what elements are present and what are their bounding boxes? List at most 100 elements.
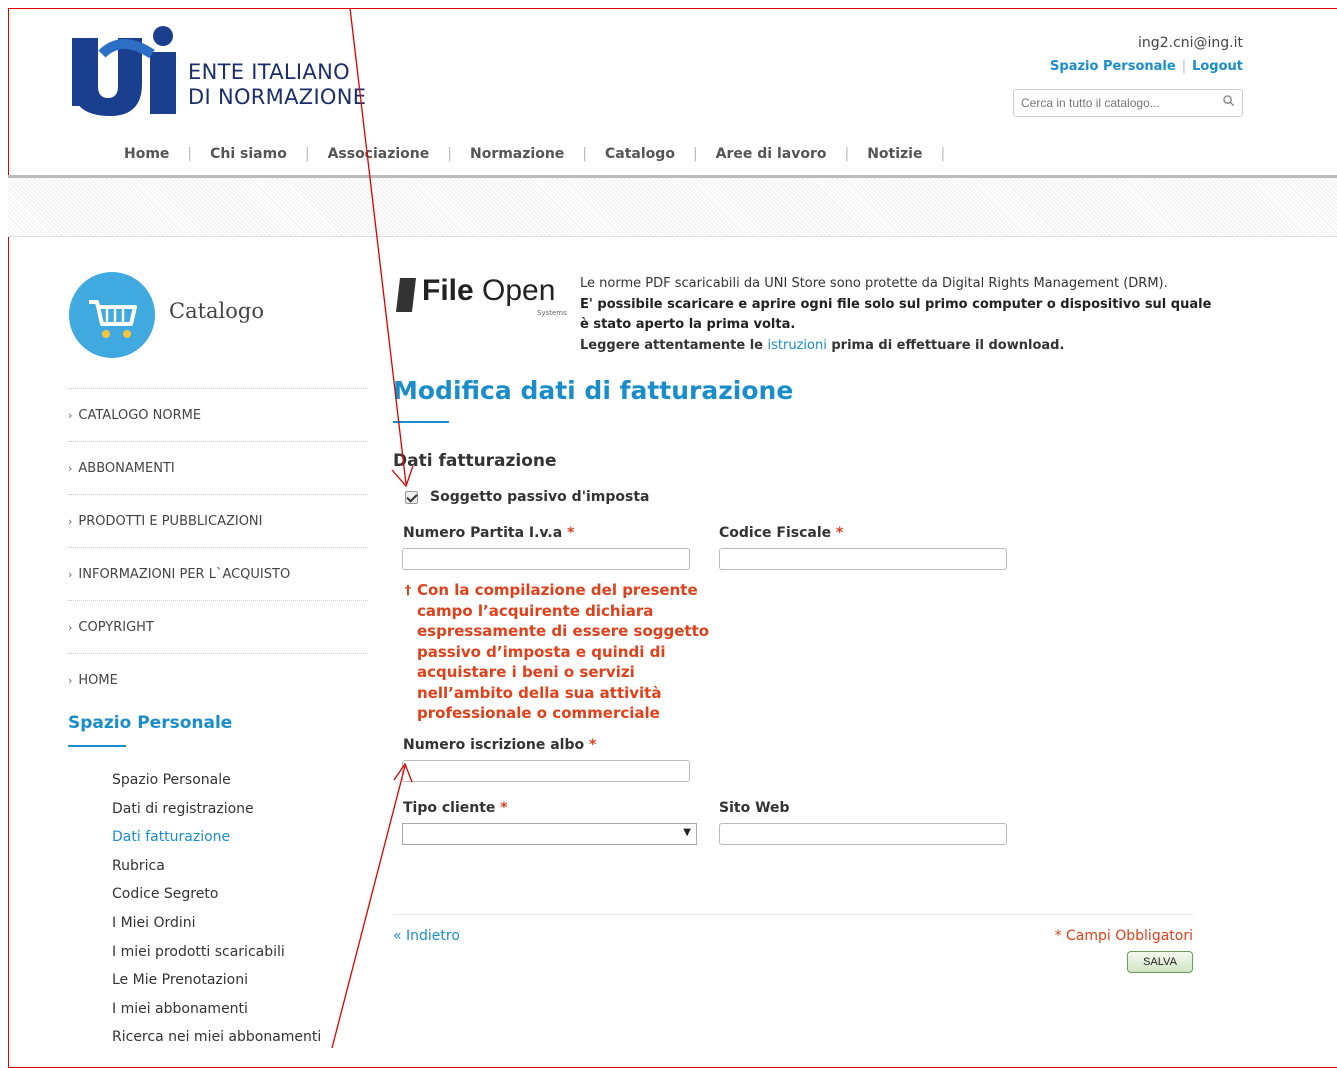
required-mark: *: [500, 800, 508, 816]
logo-line2: DI NORMAZIONE: [188, 85, 367, 109]
required-mark: *: [836, 525, 844, 541]
fileopen-sub: Systems: [537, 309, 567, 317]
nav-separator: |: [940, 146, 946, 162]
fileopen-mark-icon: [396, 278, 416, 312]
sp-item-spazio-personale[interactable]: Spazio Personale: [112, 772, 321, 801]
sp-item-prodotti-scaricabili[interactable]: I miei prodotti scaricabili: [112, 944, 321, 973]
chevron-right-icon: ›: [68, 515, 73, 528]
tipo-cliente-select[interactable]: ▼: [402, 823, 697, 845]
soggetto-passivo-row: Soggetto passivo d'imposta: [405, 489, 649, 505]
required-mark: *: [567, 525, 575, 541]
sp-item-dati-fatturazione[interactable]: Dati fatturazione: [112, 829, 321, 858]
sito-web-label: Sito Web: [719, 800, 790, 816]
sidebar-item-abbonamenti[interactable]: › ABBONAMENTI: [68, 441, 368, 494]
tipo-label-text: Tipo cliente: [403, 800, 496, 816]
form-divider: [393, 914, 1193, 915]
sidebar-item-label: COPYRIGHT: [78, 620, 154, 635]
nav-normazione[interactable]: Normazione: [452, 146, 582, 168]
nav-associazione[interactable]: Associazione: [310, 146, 448, 168]
cf-label: Codice Fiscale *: [719, 525, 843, 541]
soggetto-passivo-label: Soggetto passivo d'imposta: [430, 489, 650, 505]
logo-line1: ENTE ITALIANO: [188, 60, 350, 84]
chevron-right-icon: ›: [68, 674, 73, 687]
sp-item-rubrica[interactable]: Rubrica: [112, 858, 321, 887]
drm-line1: Le norme PDF scaricabili da UNI Store so…: [580, 276, 1168, 291]
user-links: Spazio Personale | Logout: [1050, 59, 1243, 74]
uni-logo-mark-icon: [72, 26, 176, 116]
title-underline: [393, 421, 449, 423]
tipo-cliente-label: Tipo cliente *: [403, 800, 508, 816]
albo-label-text: Numero iscrizione albo: [403, 737, 585, 753]
istruzioni-link[interactable]: istruzioni: [768, 338, 827, 353]
sidebar-item-home[interactable]: › HOME: [68, 653, 368, 706]
sito-web-input[interactable]: [719, 823, 1007, 845]
nav-home[interactable]: Home: [106, 146, 187, 168]
back-link[interactable]: « Indietro: [393, 928, 460, 944]
uni-logo[interactable]: ENTE ITALIANO DI NORMAZIONE: [72, 22, 412, 122]
drm-line3-post: prima di effettuare il download.: [826, 337, 1065, 353]
drm-notice: Le norme PDF scaricabili da UNI Store so…: [580, 274, 1220, 356]
sidebar-item-prodotti[interactable]: › PRODOTTI E PUBBLICAZIONI: [68, 494, 368, 547]
fileopen-light: Open: [482, 274, 556, 307]
drm-line3: Leggere attentamente le istruzioni prima…: [580, 336, 1220, 357]
nav-chi-siamo[interactable]: Chi siamo: [192, 146, 305, 168]
sidebar-item-label: CATALOGO NORME: [78, 408, 202, 423]
piva-label: Numero Partita I.v.a *: [403, 525, 574, 541]
note-mark: †: [405, 583, 411, 597]
cart-icon: [89, 300, 137, 338]
sidebar-item-label: ABBONAMENTI: [78, 461, 175, 476]
piva-label-text: Numero Partita I.v.a: [403, 525, 563, 541]
required-mark: *: [588, 737, 597, 753]
section-title: Dati fatturazione: [393, 451, 557, 471]
chevron-right-icon: ›: [68, 409, 73, 422]
annotation-arrow-albo: [331, 765, 406, 1048]
logo-text: ENTE ITALIANO DI NORMAZIONE: [188, 60, 366, 110]
sp-item-prenotazioni[interactable]: Le Mie Prenotazioni: [112, 972, 321, 1001]
cf-label-text: Codice Fiscale: [719, 525, 832, 541]
sidebar-item-copyright[interactable]: › COPYRIGHT: [68, 600, 368, 653]
nav-catalogo[interactable]: Catalogo: [587, 146, 693, 168]
search-box: [1013, 89, 1243, 117]
fileopen-bold: File: [422, 274, 474, 307]
header-band: [8, 175, 1337, 237]
sp-item-dati-registrazione[interactable]: Dati di registrazione: [112, 801, 321, 830]
sidebar-item-label: PRODOTTI E PUBBLICAZIONI: [78, 514, 263, 529]
chevron-right-icon: ›: [68, 462, 73, 475]
piva-input[interactable]: [402, 548, 690, 570]
page-title: Modifica dati di fatturazione: [393, 376, 794, 405]
albo-input[interactable]: [402, 760, 690, 782]
logout-link[interactable]: Logout: [1192, 59, 1243, 74]
sp-item-abbonamenti[interactable]: I miei abbonamenti: [112, 1001, 321, 1030]
nav-aree-di-lavoro[interactable]: Aree di lavoro: [698, 146, 845, 168]
title-underline: [68, 745, 126, 747]
sidebar-item-label: INFORMAZIONI PER L`ACQUISTO: [78, 567, 291, 582]
sidebar-item-label: HOME: [78, 673, 118, 688]
sp-item-miei-ordini[interactable]: I Miei Ordini: [112, 915, 321, 944]
search-icon[interactable]: [1223, 95, 1234, 106]
search-input[interactable]: [1019, 95, 1213, 111]
nav-notizie[interactable]: Notizie: [849, 146, 940, 168]
fileopen-logo: File Open Systems: [396, 274, 567, 322]
user-email: ing2.cni@ing.it: [1138, 35, 1243, 51]
spazio-personale-link[interactable]: Spazio Personale: [1050, 59, 1176, 74]
soggetto-passivo-checkbox[interactable]: [405, 490, 418, 504]
save-button[interactable]: SALVA: [1127, 951, 1193, 973]
drm-line2: E' possibile scaricare e aprire ogni fil…: [580, 296, 1212, 333]
catalog-cart-icon: [69, 272, 155, 358]
piva-note: † Con la compilazione del presente campo…: [405, 580, 725, 724]
sidebar-menu: › CATALOGO NORME › ABBONAMENTI › PRODOTTI E…: [68, 388, 368, 706]
spazio-personale-list: Spazio Personale Dati di registrazione D…: [112, 772, 321, 1058]
note-text: Con la compilazione del presente campo l…: [417, 581, 710, 722]
albo-label: Numero iscrizione albo *: [403, 737, 596, 753]
sidebar-item-catalogo-norme[interactable]: › CATALOGO NORME: [68, 388, 368, 441]
sp-item-ricerca-abbonamenti[interactable]: Ricerca nei miei abbonamenti: [112, 1029, 321, 1058]
dropdown-arrow-icon: ▼: [683, 827, 691, 838]
annotation-frame-top: [8, 8, 1337, 9]
sidebar-item-informazioni[interactable]: › INFORMAZIONI PER L`ACQUISTO: [68, 547, 368, 600]
main-nav: Home | Chi siamo | Associazione | Normazion…: [106, 146, 945, 168]
drm-line3-pre: Leggere attentamente le: [580, 337, 768, 353]
sp-item-codice-segreto[interactable]: Codice Segreto: [112, 886, 321, 915]
chevron-right-icon: ›: [68, 568, 73, 581]
spazio-personale-title: Spazio Personale: [68, 713, 233, 733]
codice-fiscale-input[interactable]: [719, 548, 1007, 570]
